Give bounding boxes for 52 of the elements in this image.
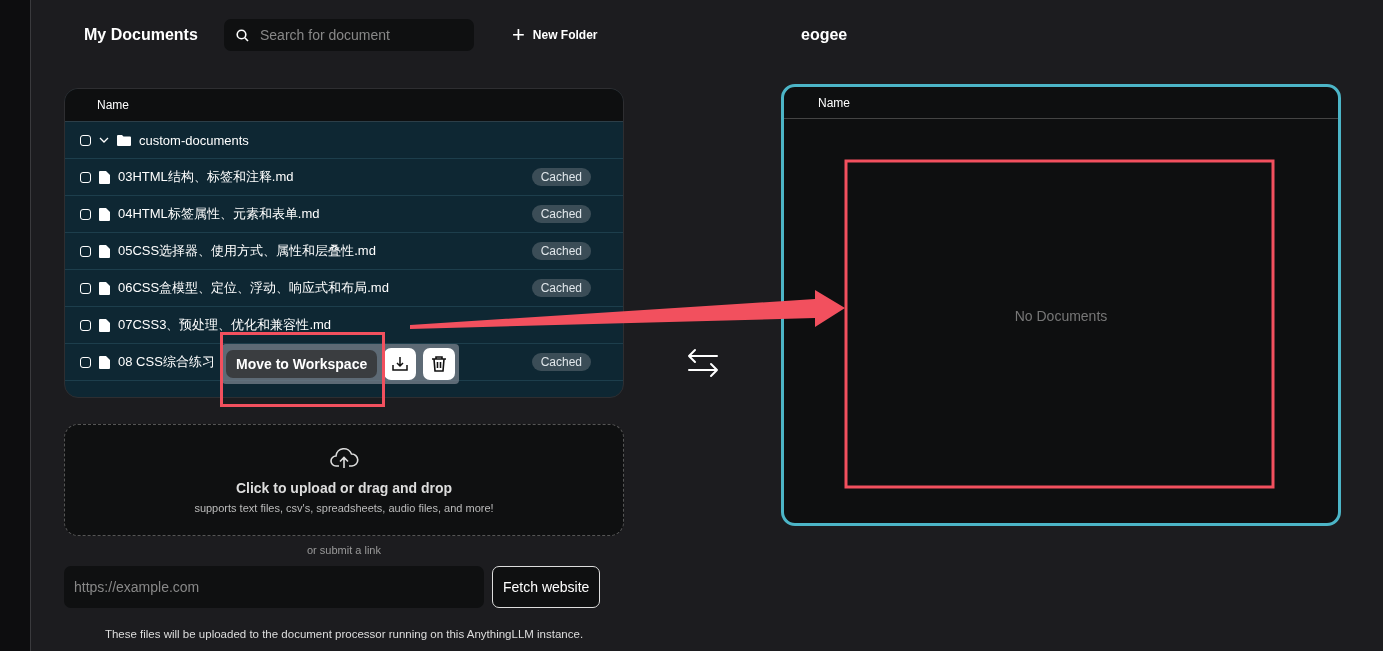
document-row[interactable]: 05CSS选择器、使用方式、属性和层叠性.md Cached <box>65 233 623 270</box>
document-name: 05CSS选择器、使用方式、属性和层叠性.md <box>118 242 376 260</box>
file-icon <box>99 281 110 295</box>
upload-note: These files will be uploaded to the document processor running on this AnythingLLM instance. <box>103 628 585 640</box>
status-badge: Cached <box>531 353 591 371</box>
empty-message: No Documents <box>1014 308 1108 324</box>
file-icon <box>99 244 110 258</box>
chevron-down-icon[interactable] <box>99 136 109 144</box>
column-header: Name <box>65 89 623 122</box>
column-header: Name <box>784 87 1338 119</box>
document-name: 04HTML标签属性、元素和表单.md <box>118 205 320 223</box>
checkbox[interactable] <box>80 319 91 331</box>
checkbox[interactable] <box>80 208 91 220</box>
url-input-field[interactable]: https://example.com <box>64 566 484 608</box>
checkbox[interactable] <box>80 134 91 146</box>
document-name: 07CSS3、预处理、优化和兼容性.md <box>118 316 332 334</box>
file-icon <box>99 207 110 221</box>
document-name: 06CSS盒模型、定位、浮动、响应式和布局.md <box>118 279 389 297</box>
page-title: My Documents <box>84 26 199 44</box>
document-row[interactable]: 04HTML标签属性、元素和表单.md Cached <box>65 196 623 233</box>
document-name: 03HTML结构、标签和注释.md <box>118 168 294 186</box>
file-icon <box>99 355 110 369</box>
folder-icon <box>117 134 131 146</box>
search-icon <box>236 29 249 42</box>
workspace-title: eogee <box>801 26 849 45</box>
new-folder-button[interactable]: + New Folder <box>512 22 598 48</box>
link-label: or submit a link <box>306 544 382 556</box>
checkbox[interactable] <box>80 245 91 257</box>
document-row[interactable]: custom-documents <box>65 122 623 159</box>
upload-title: Click to upload or drag and drop <box>235 480 453 496</box>
checkbox[interactable] <box>80 282 91 294</box>
file-icon <box>99 170 110 184</box>
document-name: 08 CSS综合练习 <box>118 353 215 371</box>
file-icon <box>99 318 110 332</box>
fetch-website-button[interactable]: Fetch website <box>492 566 601 608</box>
upload-dropzone[interactable]: Click to upload or drag and drop supports text files, csv's, spreadsheets, audio files, and more! <box>64 424 624 536</box>
trash-icon[interactable] <box>423 348 456 380</box>
checkbox[interactable] <box>80 356 91 368</box>
move-to-workspace-button[interactable]: Move to Workspace <box>226 350 378 378</box>
document-row[interactable]: 03HTML结构、标签和注释.md Cached <box>65 159 623 196</box>
status-badge: Cached <box>531 242 591 260</box>
checkbox[interactable] <box>80 171 91 183</box>
upload-hint: supports text files, csv's, spreadsheets, audio files, and more! <box>194 502 494 514</box>
cloud-upload-icon <box>329 446 359 470</box>
document-row[interactable]: 06CSS盒模型、定位、浮动、响应式和布局.md Cached <box>65 270 623 307</box>
status-badge: Cached <box>531 279 591 297</box>
tray-download-icon[interactable] <box>384 348 417 380</box>
status-badge: Cached <box>531 205 591 223</box>
document-name: custom-documents <box>139 132 249 148</box>
status-badge: Cached <box>531 168 591 186</box>
swap-arrows-icon[interactable] <box>686 348 719 378</box>
search-field[interactable]: Search for document <box>224 19 474 51</box>
